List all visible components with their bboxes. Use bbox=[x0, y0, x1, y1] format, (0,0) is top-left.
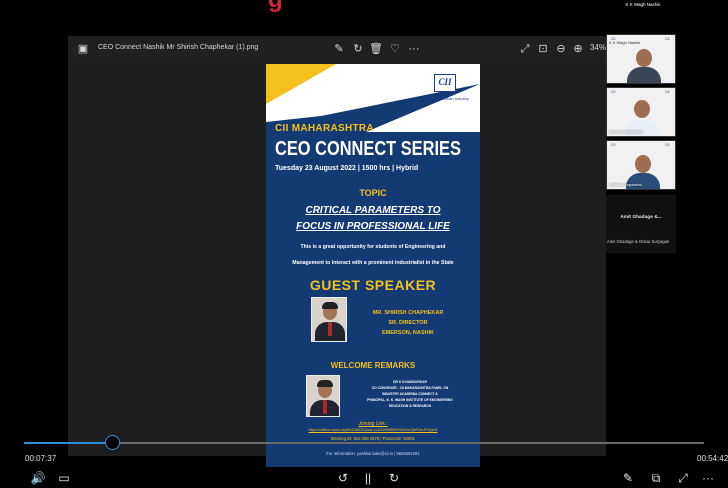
edit-icon[interactable]: ✎ bbox=[332, 42, 346, 56]
remaining-time: 00:54:42 bbox=[697, 454, 728, 463]
participant-tile[interactable]: CII CII Keshav Nandurkar bbox=[606, 87, 676, 137]
event-poster: CII Confederation of Indian Industry CII… bbox=[266, 64, 480, 467]
expand-icon[interactable]: ⤢ bbox=[518, 42, 532, 56]
cii-logo: CII bbox=[434, 74, 456, 92]
fullscreen-icon[interactable]: ⤢ bbox=[675, 470, 691, 486]
information-line: For Information: yashkar.kale@cii.in | 9… bbox=[326, 451, 420, 456]
tile-brand: CII bbox=[665, 143, 670, 147]
participant-tile-amit[interactable]: Amit Ghadage &... Amit Ghadage & Onkar S… bbox=[606, 195, 676, 253]
description-line-2: Management to interact with a prominent … bbox=[292, 260, 454, 266]
elapsed-time: 00:07:37 bbox=[25, 454, 57, 463]
image-icon[interactable]: ▣ bbox=[76, 42, 90, 56]
welcome-line: PRINCIPAL, K. K. WAGH INSTITUTE OF ENGIN… bbox=[367, 398, 453, 402]
speaker-name: MR. SHIRISH CHAPHEKAR bbox=[372, 310, 444, 316]
welcome-line: CO CONVENOR - CII MAHARASHTRA PANEL ON bbox=[371, 386, 449, 390]
tile-brand: CII bbox=[611, 90, 616, 94]
speaker-photo bbox=[311, 297, 347, 342]
welcome-line: EDUCATION & RESEARCH bbox=[388, 404, 432, 408]
tile-brand: CII bbox=[665, 90, 670, 94]
participant-tile[interactable]: CII CII K K Wagh Nashik bbox=[606, 34, 676, 84]
volume-icon[interactable]: 🔊 bbox=[30, 470, 46, 486]
captions-icon[interactable]: ▭ bbox=[56, 470, 72, 486]
joining-link-url[interactable]: https://cii8live.zoom.us/j/81508608?pwd=… bbox=[266, 428, 480, 432]
seek-bar[interactable] bbox=[24, 442, 704, 444]
pause-icon[interactable]: || bbox=[362, 470, 374, 486]
more-icon[interactable]: ··· bbox=[407, 42, 421, 56]
cii-full-name: Confederation of Indian Industry bbox=[412, 96, 469, 101]
welcome-line: INDUSTRY ACADEMIA CONNECT & bbox=[382, 392, 438, 396]
participant-name: K K Wagh Nashik bbox=[609, 40, 641, 45]
participant-tile[interactable]: CII CII Shirish Chaphekar bbox=[606, 140, 676, 190]
description-line-1: This is a great opportunity for students… bbox=[300, 244, 446, 250]
welcome-speaker-photo bbox=[306, 375, 340, 417]
tile-brand: CII bbox=[665, 37, 670, 41]
meeting-id: Meeting ID: 815 086 0879 | Passcode: 940… bbox=[331, 436, 415, 441]
poster-org: CII MAHARASHTRA bbox=[275, 123, 374, 134]
zoom-level: 34% bbox=[589, 43, 606, 52]
skip-forward-icon[interactable]: ↻ bbox=[386, 470, 402, 486]
topic-label: TOPIC bbox=[359, 188, 387, 198]
zoom-out-icon[interactable]: ⊖ bbox=[554, 42, 568, 56]
more-options-icon[interactable]: ··· bbox=[700, 470, 716, 486]
participant-full-name: Amit Ghadage & Onkar Suryagan bbox=[607, 239, 670, 244]
guest-speaker-label: GUEST SPEAKER bbox=[309, 277, 437, 293]
joining-link-label: Joining Link : bbox=[358, 421, 388, 427]
rotate-icon[interactable]: ↻ bbox=[351, 42, 365, 56]
participant-name: Shirish Chaphekar bbox=[609, 182, 642, 187]
participant-top-label: K K Wagh Nashik bbox=[625, 2, 661, 7]
welcome-remarks-label: WELCOME REMARKS bbox=[330, 361, 416, 370]
speaker-company: EMERSON, NASHIK bbox=[382, 330, 434, 336]
fit-icon[interactable]: ⊡ bbox=[536, 42, 550, 56]
viewer-toolbar: ▣ CEO Connect Nashik Mr Shirish Chapheka… bbox=[68, 36, 606, 62]
topic-line-2: FOCUS IN PROFESSIONAL LIFE bbox=[296, 221, 450, 232]
topic-line-1: CRITICAL PARAMETERS TO bbox=[305, 205, 441, 216]
zoom-in-icon[interactable]: ⊕ bbox=[571, 42, 585, 56]
delete-icon[interactable]: 🗑 bbox=[369, 42, 383, 56]
skip-back-icon[interactable]: ↺ bbox=[335, 470, 351, 486]
heart-icon[interactable]: ♡ bbox=[388, 42, 402, 56]
welcome-line: DR K N NANDURKAR bbox=[393, 380, 427, 384]
poster-datetime: Tuesday 23 August 2022 | 1500 hrs | Hybr… bbox=[275, 165, 419, 172]
participant-name: Amit Ghadage &... bbox=[620, 215, 662, 220]
poster-series-title: CEO CONNECT SERIES bbox=[275, 138, 461, 160]
pen-icon[interactable]: ✎ bbox=[620, 470, 636, 486]
tile-brand: CII bbox=[611, 143, 616, 147]
speaker-title: SR. DIRECTOR bbox=[388, 320, 428, 326]
video-player-screen: g ▣ CEO Connect Nashik Mr Shirish Chaphe… bbox=[0, 0, 728, 488]
seek-bar-fill bbox=[24, 442, 113, 444]
participant-name: Keshav Nandurkar bbox=[609, 129, 643, 134]
background-title-fragment: g bbox=[268, 0, 338, 13]
mini-view-icon[interactable]: ⧉ bbox=[648, 470, 664, 486]
file-title: CEO Connect Nashik Mr Shirish Chaphekar … bbox=[98, 44, 259, 51]
